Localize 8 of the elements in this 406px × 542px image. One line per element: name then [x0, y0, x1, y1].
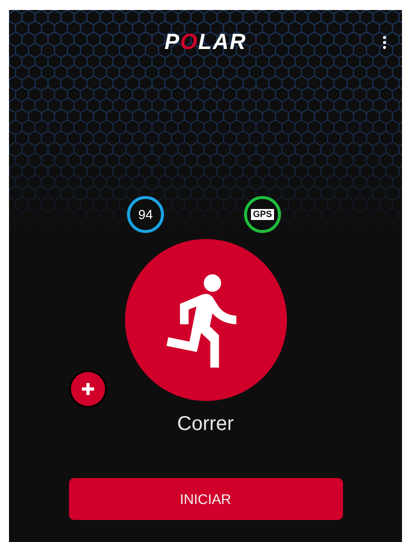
plus-icon — [80, 382, 94, 396]
sport-name: Correr — [177, 412, 234, 437]
more-options-icon[interactable] — [381, 34, 388, 50]
brand-logo: POLAR — [164, 31, 247, 53]
heart-rate-value: 94 — [138, 208, 153, 221]
add-button[interactable] — [68, 370, 106, 408]
gps-label: GPS — [250, 209, 274, 220]
start-button[interactable]: INICIAR — [68, 478, 342, 520]
